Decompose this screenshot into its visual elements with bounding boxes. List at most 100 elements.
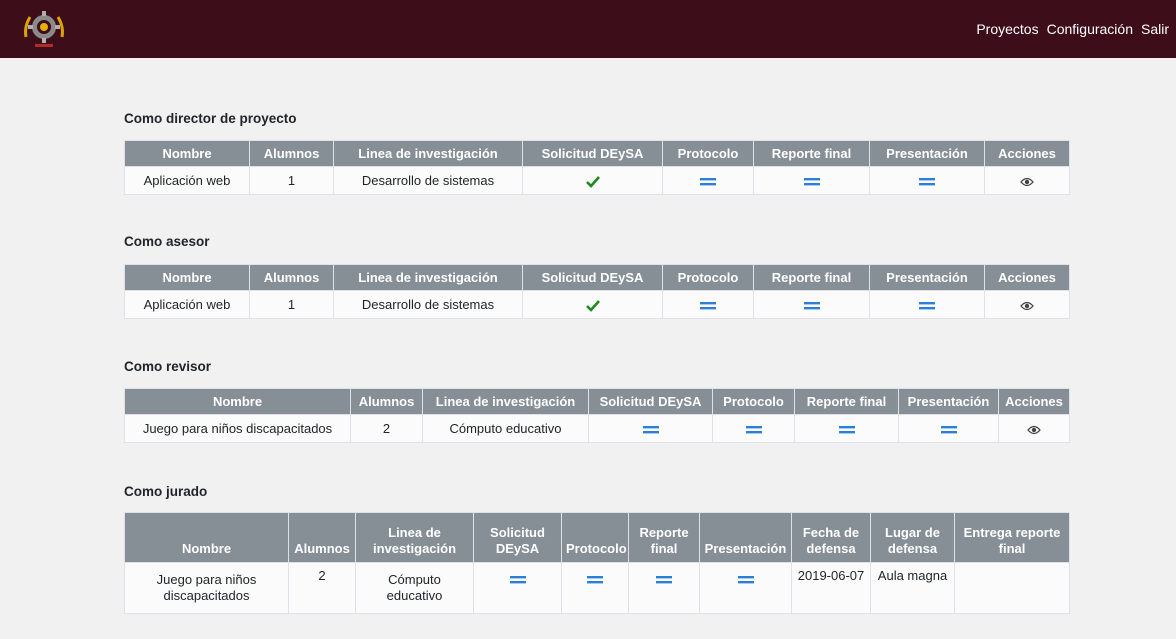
cell-linea: Desarrollo de sistemas [333, 166, 523, 195]
cell-nombre: Juego para niños discapacitados [124, 414, 351, 443]
header-presentacion: Presentación [869, 140, 985, 167]
section-title-director: Como director de proyecto [124, 111, 297, 126]
cell-reporte [794, 414, 899, 443]
cell-acciones [984, 290, 1070, 319]
header-alumnos: Alumnos [350, 388, 423, 415]
header-presentacion: Presentación [898, 388, 999, 415]
cell-acciones [998, 414, 1070, 443]
cell-fecha-defensa: 2019-06-07 [791, 562, 871, 614]
section-title-asesor: Como asesor [124, 234, 210, 249]
equals-icon[interactable] [803, 177, 820, 186]
table-row: Aplicación web 1 Desarrollo de sistemas [124, 166, 1070, 195]
header-reporte: Reporte final [753, 264, 870, 291]
logo-icon[interactable] [20, 7, 68, 51]
cell-presentacion [869, 290, 985, 319]
equals-icon[interactable] [700, 301, 716, 310]
header-solicitud: Solicitud DEySA [522, 264, 663, 291]
cell-presentacion [869, 166, 985, 195]
header-alumnos: Alumnos [249, 140, 334, 167]
equals-icon[interactable] [642, 425, 659, 434]
nav-proyectos-link[interactable]: Proyectos [976, 21, 1038, 37]
header-linea: Linea de investigación [355, 512, 474, 563]
table-revisor: Nombre Alumnos Linea de investigación So… [124, 388, 1070, 443]
table-header-row: Nombre Alumnos Linea de investigación So… [124, 512, 1070, 563]
cell-lugar-defensa: Aula magna [870, 562, 955, 614]
cell-nombre: Aplicación web [124, 290, 250, 319]
equals-icon[interactable] [838, 425, 855, 434]
top-navbar: Proyectos Configuración Salir [0, 0, 1176, 58]
table-jurado: Nombre Alumnos Linea de investigación So… [124, 512, 1070, 614]
table-header-row: Nombre Alumnos Linea de investigación So… [124, 264, 1070, 291]
cell-linea: Cómputo educativo [355, 562, 474, 614]
cell-solicitud [522, 290, 663, 319]
header-acciones: Acciones [984, 140, 1070, 167]
header-protocolo: Protocolo [662, 264, 754, 291]
header-presentacion: Presentación [869, 264, 985, 291]
cell-presentacion [699, 562, 792, 614]
check-icon [585, 175, 600, 188]
table-row: Juego para niños discapacitados 2 Cómput… [124, 414, 1070, 443]
equals-icon[interactable] [509, 575, 526, 584]
header-reporte: Reporte final [794, 388, 899, 415]
header-acciones: Acciones [984, 264, 1070, 291]
cell-solicitud [473, 562, 562, 614]
cell-alumnos: 1 [249, 166, 334, 195]
header-presentacion: Presentación [699, 512, 792, 563]
section-title-jurado: Como jurado [124, 484, 208, 499]
table-asesor: Nombre Alumnos Linea de investigación So… [124, 264, 1070, 319]
cell-protocolo [662, 290, 754, 319]
eye-icon[interactable] [1027, 425, 1041, 435]
header-nombre: Nombre [124, 264, 250, 291]
nav-salir-link[interactable]: Salir [1141, 21, 1169, 37]
header-fecha-defensa: Fecha de defensa [791, 512, 871, 563]
header-protocolo: Protocolo [712, 388, 795, 415]
cell-solicitud [522, 166, 663, 195]
equals-icon[interactable] [745, 425, 762, 434]
header-alumnos: Alumnos [288, 512, 356, 563]
header-reporte: Reporte final [628, 512, 700, 563]
header-protocolo: Protocolo [561, 512, 629, 563]
header-entrega-reporte: Entrega reporte final [954, 512, 1070, 563]
header-solicitud: Solicitud DEySA [522, 140, 663, 167]
header-acciones: Acciones [998, 388, 1070, 415]
header-linea: Linea de investigación [422, 388, 589, 415]
eye-icon[interactable] [1020, 177, 1034, 187]
header-linea: Linea de investigación [333, 140, 523, 167]
cell-acciones [984, 166, 1070, 195]
equals-icon[interactable] [656, 575, 672, 584]
equals-icon[interactable] [737, 575, 754, 584]
cell-solicitud [588, 414, 713, 443]
header-linea: Linea de investigación [333, 264, 523, 291]
cell-protocolo [662, 166, 754, 195]
cell-reporte [753, 290, 870, 319]
table-row: Juego para niños discapacitados 2 Cómput… [124, 562, 1070, 614]
check-icon [585, 299, 600, 312]
header-solicitud: Solicitud DEySA [473, 512, 562, 563]
cell-alumnos: 1 [249, 290, 334, 319]
equals-icon[interactable] [919, 177, 935, 186]
table-director: Nombre Alumnos Linea de investigación So… [124, 140, 1070, 195]
header-nombre: Nombre [124, 140, 250, 167]
section-title-revisor: Como revisor [124, 359, 212, 374]
table-row: Aplicación web 1 Desarrollo de sistemas [124, 290, 1070, 319]
table-header-row: Nombre Alumnos Linea de investigación So… [124, 388, 1070, 415]
cell-presentacion [898, 414, 999, 443]
cell-protocolo [561, 562, 629, 614]
equals-icon[interactable] [803, 301, 820, 310]
equals-icon[interactable] [587, 575, 603, 584]
cell-nombre: Aplicación web [124, 166, 250, 195]
equals-icon[interactable] [700, 177, 716, 186]
cell-nombre: Juego para niños discapacitados [124, 562, 289, 614]
header-nombre: Nombre [124, 512, 289, 563]
table-header-row: Nombre Alumnos Linea de investigación So… [124, 140, 1070, 167]
header-lugar-defensa: Lugar de defensa [870, 512, 955, 563]
equals-icon[interactable] [940, 425, 957, 434]
eye-icon[interactable] [1020, 301, 1034, 311]
equals-icon[interactable] [919, 301, 935, 310]
cell-reporte [628, 562, 700, 614]
nav-configuracion-link[interactable]: Configuración [1047, 21, 1133, 37]
header-alumnos: Alumnos [249, 264, 334, 291]
header-protocolo: Protocolo [662, 140, 754, 167]
cell-alumnos: 2 [288, 562, 356, 614]
header-solicitud: Solicitud DEySA [588, 388, 713, 415]
